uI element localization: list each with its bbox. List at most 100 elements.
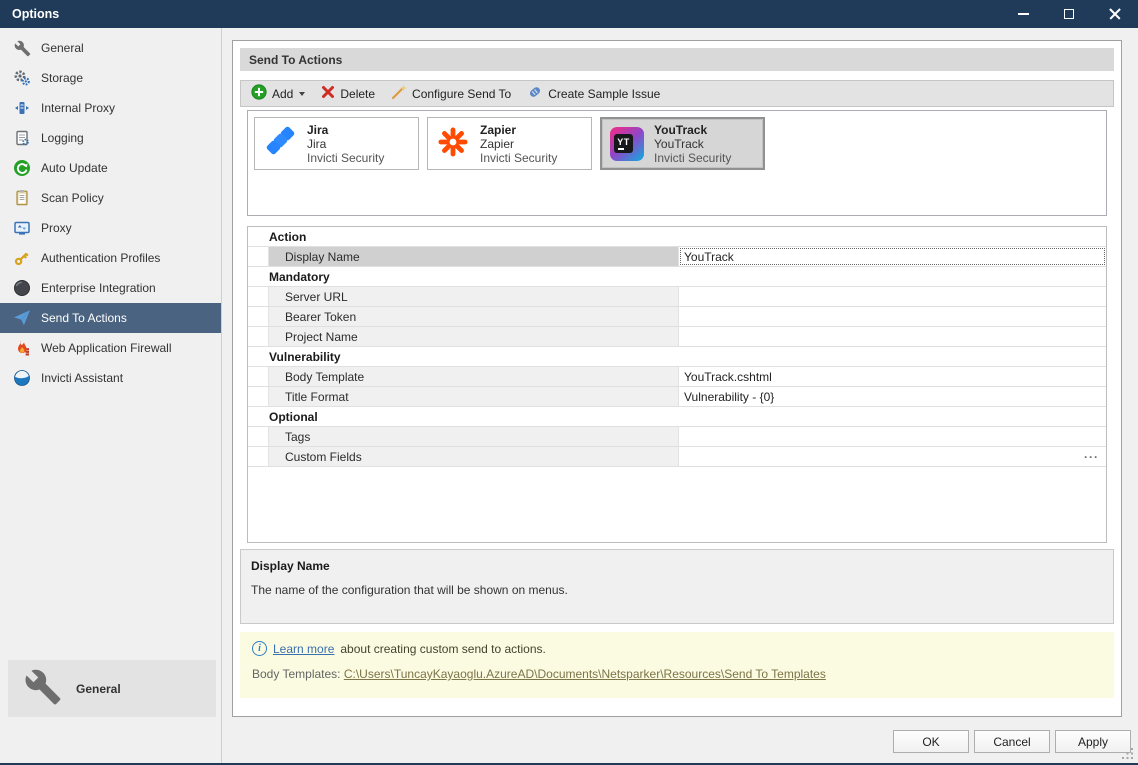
maximize-icon bbox=[1064, 9, 1074, 19]
sidebar-item-label: Internal Proxy bbox=[41, 101, 115, 115]
category-row-optional: Optional bbox=[248, 407, 1106, 427]
apply-button[interactable]: Apply bbox=[1055, 730, 1131, 753]
project-name-input[interactable] bbox=[679, 327, 1106, 346]
custom-fields-input[interactable]: ··· bbox=[679, 447, 1106, 466]
card-zapier[interactable]: Zapier Zapier Invicti Security bbox=[427, 117, 592, 170]
card-title: Jira bbox=[307, 123, 384, 137]
sidebar-item-label: Logging bbox=[41, 131, 84, 145]
category-row-vulnerability: Vulnerability bbox=[248, 347, 1106, 367]
card-subtitle: Jira bbox=[307, 137, 384, 151]
sidebar-item-storage[interactable]: Storage bbox=[0, 63, 221, 93]
sidebar-footer-general: General bbox=[8, 660, 216, 717]
ok-button[interactable]: OK bbox=[893, 730, 969, 753]
create-sample-issue-label: Create Sample Issue bbox=[548, 87, 660, 101]
window-title: Options bbox=[12, 7, 59, 21]
sidebar-item-internal-proxy[interactable]: Internal Proxy bbox=[0, 93, 221, 123]
firewall-flame-icon bbox=[13, 339, 31, 357]
titlebar: Options bbox=[0, 0, 1138, 28]
body-templates-label: Body Templates: bbox=[252, 667, 341, 681]
send-to-actions-panel: Send To Actions Add Delete Configure Sen… bbox=[232, 40, 1122, 717]
property-row-tags: Tags bbox=[248, 427, 1106, 447]
tags-input[interactable] bbox=[679, 427, 1106, 446]
sidebar-item-label: Proxy bbox=[41, 221, 72, 235]
minimize-button[interactable] bbox=[1000, 0, 1046, 28]
sidebar-item-invicti-assistant[interactable]: Invicti Assistant bbox=[0, 363, 221, 393]
property-label[interactable]: Body Template bbox=[269, 367, 679, 386]
property-row-bearer-token: Bearer Token bbox=[248, 307, 1106, 327]
sidebar-item-enterprise-integration[interactable]: Enterprise Integration bbox=[0, 273, 221, 303]
property-row-title-format: Title Format Vulnerability - {0} bbox=[248, 387, 1106, 407]
card-vendor: Invicti Security bbox=[480, 151, 557, 165]
log-document-icon bbox=[13, 129, 31, 147]
resize-grip[interactable] bbox=[1131, 757, 1134, 760]
property-description-panel: Display Name The name of the configurati… bbox=[240, 549, 1114, 624]
zapier-logo bbox=[436, 125, 470, 162]
sidebar-item-logging[interactable]: Logging bbox=[0, 123, 221, 153]
property-row-body-template: Body Template YouTrack.cshtml bbox=[248, 367, 1106, 387]
close-icon bbox=[1109, 8, 1121, 20]
property-label[interactable]: Tags bbox=[269, 427, 679, 446]
card-jira[interactable]: Jira Jira Invicti Security bbox=[254, 117, 419, 170]
sidebar-item-label: Auto Update bbox=[41, 161, 108, 175]
configure-send-to-label: Configure Send To bbox=[412, 87, 511, 101]
sidebar-item-authentication-profiles[interactable]: Authentication Profiles bbox=[0, 243, 221, 273]
window-controls bbox=[1000, 0, 1138, 28]
property-row-display-name: Display Name YouTrack bbox=[248, 247, 1106, 267]
maximize-button[interactable] bbox=[1046, 0, 1092, 28]
property-label[interactable]: Title Format bbox=[269, 387, 679, 406]
send-to-actions-list: Jira Jira Invicti Security Zapier bbox=[247, 110, 1107, 216]
sidebar-item-label: Invicti Assistant bbox=[41, 371, 123, 385]
sidebar-item-auto-update[interactable]: Auto Update bbox=[0, 153, 221, 183]
cancel-button[interactable]: Cancel bbox=[974, 730, 1050, 753]
property-label[interactable]: Server URL bbox=[269, 287, 679, 306]
delete-button[interactable]: Delete bbox=[315, 83, 381, 105]
description-title: Display Name bbox=[251, 559, 1103, 573]
youtrack-logo: YT bbox=[610, 127, 644, 161]
sidebar-item-label: Authentication Profiles bbox=[41, 251, 160, 265]
description-text: The name of the configuration that will … bbox=[251, 583, 1103, 597]
sidebar: General Storage Internal Proxy bbox=[0, 28, 222, 765]
add-icon bbox=[251, 84, 267, 103]
globe-sphere-icon bbox=[13, 279, 31, 297]
sidebar-item-label: Enterprise Integration bbox=[41, 281, 156, 295]
property-label[interactable]: Project Name bbox=[269, 327, 679, 346]
server-url-input[interactable] bbox=[679, 287, 1106, 306]
clipboard-icon bbox=[13, 189, 31, 207]
configure-send-to-button[interactable]: Configure Send To bbox=[385, 83, 517, 105]
category-label: Mandatory bbox=[269, 267, 1106, 286]
add-label: Add bbox=[272, 87, 293, 101]
refresh-icon bbox=[13, 159, 31, 177]
delete-icon bbox=[321, 85, 335, 102]
assistant-orb-icon bbox=[13, 369, 31, 387]
property-label[interactable]: Display Name bbox=[269, 247, 679, 266]
close-button[interactable] bbox=[1092, 0, 1138, 28]
add-button[interactable]: Add bbox=[245, 83, 311, 105]
chevron-down-icon bbox=[299, 92, 305, 96]
panel-title: Send To Actions bbox=[249, 53, 342, 67]
body-template-input[interactable]: YouTrack.cshtml bbox=[679, 367, 1106, 386]
create-sample-issue-button[interactable]: Create Sample Issue bbox=[521, 83, 666, 105]
sidebar-item-label: General bbox=[41, 41, 84, 55]
body-templates-path-link[interactable]: C:\Users\TuncayKayaoglu.AzureAD\Document… bbox=[344, 667, 826, 681]
display-name-input[interactable]: YouTrack bbox=[679, 247, 1106, 266]
category-label: Optional bbox=[269, 407, 1106, 426]
card-youtrack[interactable]: YT YouTrack YouTrack Invicti Security bbox=[600, 117, 765, 170]
bearer-token-input[interactable] bbox=[679, 307, 1106, 326]
sidebar-item-scan-policy[interactable]: Scan Policy bbox=[0, 183, 221, 213]
ellipsis-button[interactable]: ··· bbox=[1084, 450, 1106, 464]
title-format-input[interactable]: Vulnerability - {0} bbox=[679, 387, 1106, 406]
property-label[interactable]: Bearer Token bbox=[269, 307, 679, 326]
key-icon bbox=[13, 249, 31, 267]
learn-more-link[interactable]: Learn more bbox=[273, 642, 334, 656]
gears-icon bbox=[13, 69, 31, 87]
sidebar-item-send-to-actions[interactable]: Send To Actions bbox=[0, 303, 221, 333]
wrench-icon bbox=[13, 39, 31, 57]
category-label: Vulnerability bbox=[269, 347, 1106, 366]
property-label[interactable]: Custom Fields bbox=[269, 447, 679, 466]
property-row-server-url: Server URL bbox=[248, 287, 1106, 307]
sidebar-item-web-application-firewall[interactable]: Web Application Firewall bbox=[0, 333, 221, 363]
sidebar-item-proxy[interactable]: Proxy bbox=[0, 213, 221, 243]
sidebar-item-label: Send To Actions bbox=[41, 311, 127, 325]
card-vendor: Invicti Security bbox=[307, 151, 384, 165]
sidebar-item-general[interactable]: General bbox=[0, 33, 221, 63]
